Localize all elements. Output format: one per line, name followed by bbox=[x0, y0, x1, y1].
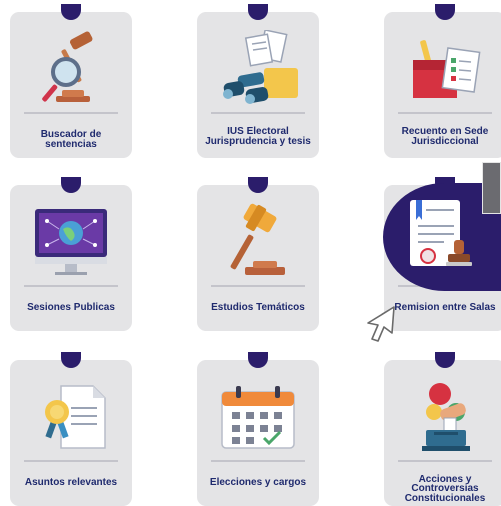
voting-hand-icon bbox=[384, 374, 501, 458]
magnifier-gavel-icon bbox=[10, 26, 132, 110]
card-label: Buscador de sentencias bbox=[40, 129, 102, 150]
card-divider bbox=[24, 460, 118, 462]
binoculars-documents-icon bbox=[197, 26, 319, 110]
card-notch bbox=[435, 352, 455, 368]
ballot-box-icon bbox=[384, 26, 501, 110]
card-divider bbox=[211, 460, 305, 462]
card-label-line3: Constitucionales bbox=[404, 492, 486, 504]
card-divider bbox=[211, 112, 305, 114]
card-label: Acciones y Controversias Constitucionales bbox=[388, 472, 501, 506]
card-buscador-de-sentencias[interactable]: Buscador de sentencias bbox=[10, 4, 132, 158]
card-notch bbox=[248, 177, 268, 193]
gavel-icon bbox=[197, 199, 319, 283]
card-label: Elecciones y cargos bbox=[209, 477, 307, 488]
monitor-globe-icon bbox=[10, 199, 132, 283]
side-panel-tab[interactable] bbox=[482, 162, 501, 214]
card-label: Remision entre Salas bbox=[394, 302, 496, 313]
card-label-line2: Jurisdiccional bbox=[411, 136, 479, 147]
card-label-line2: Jurisprudencia y tesis bbox=[205, 136, 311, 147]
card-notch bbox=[61, 352, 81, 368]
card-asuntos-relevantes[interactable]: Asuntos relevantes bbox=[10, 352, 132, 506]
card-ius-electoral[interactable]: IUS Electoral Jurisprudencia y tesis bbox=[197, 4, 319, 158]
card-label: Estudios Temáticos bbox=[211, 302, 305, 313]
card-sesiones-publicas[interactable]: Sesiones Publicas bbox=[10, 177, 132, 331]
card-notch bbox=[248, 4, 268, 20]
calendar-icon bbox=[197, 374, 319, 458]
card-divider bbox=[24, 285, 118, 287]
document-stamp-icon bbox=[404, 196, 484, 280]
card-acciones-y-controversias[interactable]: Acciones y Controversias Constitucionales bbox=[384, 352, 501, 506]
card-divider bbox=[211, 285, 305, 287]
card-label: Recuento en Sede Jurisdiccional bbox=[388, 120, 501, 154]
card-notch bbox=[435, 4, 455, 20]
card-divider bbox=[398, 460, 492, 462]
card-label: Asuntos relevantes bbox=[24, 477, 118, 488]
certificate-ribbon-icon bbox=[10, 374, 132, 458]
card-label: Sesiones Publicas bbox=[27, 302, 115, 313]
card-divider bbox=[24, 112, 118, 114]
card-notch bbox=[248, 352, 268, 368]
card-estudios-tematicos[interactable]: Estudios Temáticos bbox=[197, 177, 319, 331]
card-notch bbox=[61, 4, 81, 20]
card-label: IUS Electoral Jurisprudencia y tesis bbox=[201, 120, 315, 154]
card-divider bbox=[398, 112, 492, 114]
card-recuento-en-sede[interactable]: Recuento en Sede Jurisdiccional bbox=[384, 4, 501, 158]
card-notch bbox=[61, 177, 81, 193]
card-elecciones-y-cargos[interactable]: Elecciones y cargos bbox=[197, 352, 319, 506]
mouse-cursor-icon bbox=[362, 303, 398, 343]
